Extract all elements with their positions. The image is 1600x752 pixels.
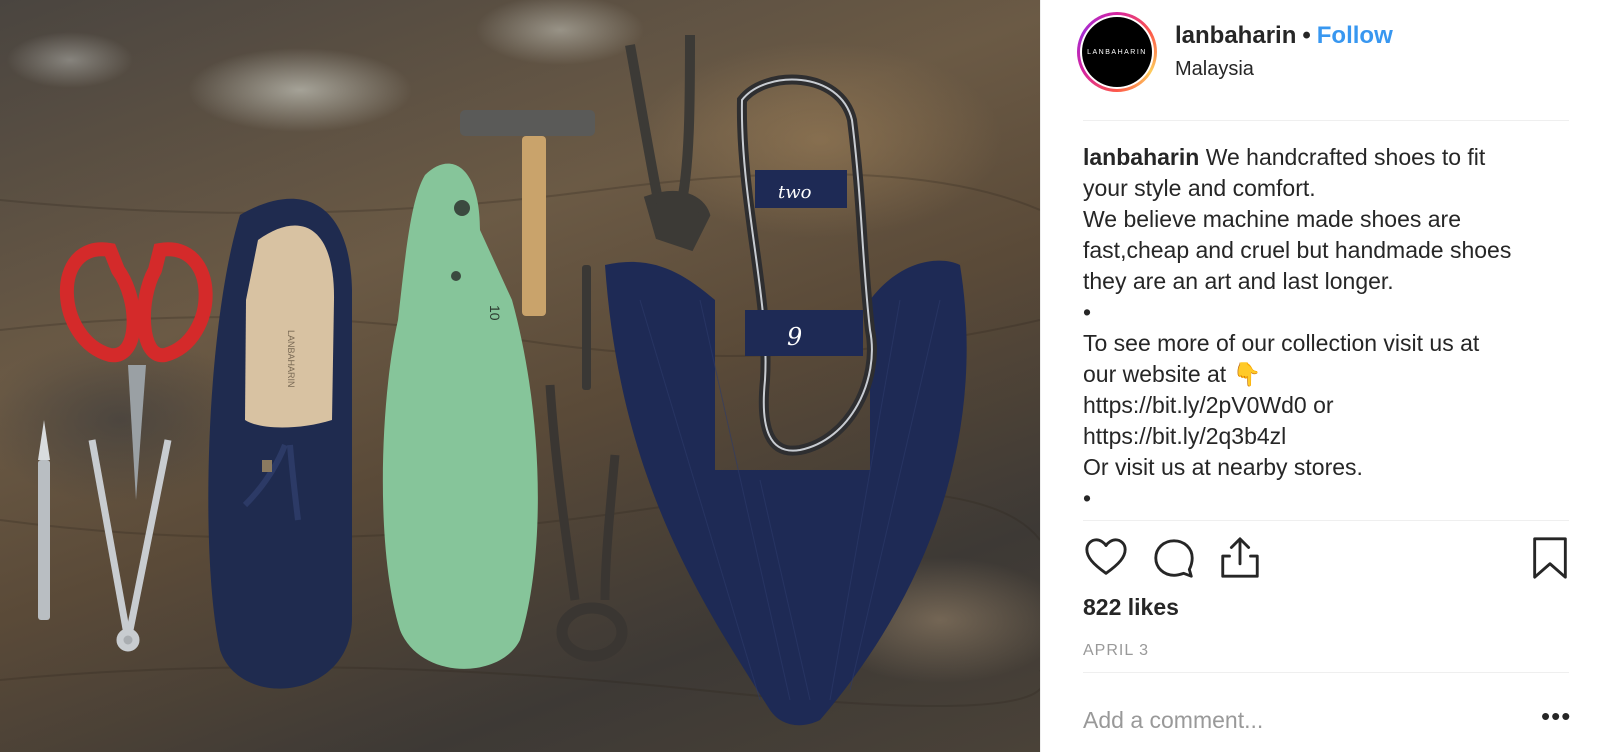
scissors-icon — [59, 242, 213, 500]
caption-line: they are an art and last longer. — [1083, 268, 1394, 294]
caption-line: We believe machine made shoes are — [1083, 206, 1462, 232]
bookmark-icon[interactable] — [1527, 535, 1573, 581]
more-options-icon[interactable]: ••• — [1541, 703, 1571, 729]
header-divider — [1083, 120, 1569, 121]
caption-bullet: • — [1083, 485, 1092, 511]
caption-line: our website at 👇 — [1083, 361, 1262, 387]
username-row: lanbaharin • Follow — [1175, 22, 1393, 50]
heart-icon[interactable] — [1083, 535, 1129, 581]
caption-line: your style and comfort. — [1083, 175, 1316, 201]
post-caption: lanbaharin We handcrafted shoes to fit y… — [1083, 142, 1573, 514]
svg-text:LANBAHARIN: LANBAHARIN — [286, 330, 296, 388]
pliers-icon — [625, 34, 711, 252]
share-upload-icon[interactable] — [1217, 535, 1263, 581]
svg-text:10: 10 — [487, 305, 503, 321]
compass-icon — [88, 439, 172, 652]
caption-line: To see more of our collection visit us a… — [1083, 330, 1480, 356]
likes-count[interactable]: 822 likes — [1083, 594, 1179, 621]
follow-button[interactable]: Follow — [1317, 22, 1393, 49]
insole-template: two 9 — [736, 74, 877, 456]
avatar[interactable]: LANBAHARIN — [1077, 12, 1157, 92]
post-detail-panel: LANBAHARIN lanbaharin • Follow Malaysia la… — [1040, 0, 1600, 752]
caption-line: Or visit us at nearby stores. — [1083, 454, 1363, 480]
comment-bubble-icon[interactable] — [1151, 535, 1197, 581]
caption-line: We handcrafted shoes to fit — [1205, 144, 1486, 170]
craft-knife-icon — [38, 420, 50, 620]
navy-loafer: LANBAHARIN — [208, 198, 352, 689]
post-date: APRIL 3 — [1083, 642, 1149, 659]
comment-input[interactable] — [1083, 702, 1503, 738]
caption-link[interactable]: https://bit.ly/2q3b4zl — [1083, 421, 1573, 452]
pincers-icon — [545, 384, 628, 662]
caption-line: fast,cheap and cruel but handmade shoes — [1083, 237, 1512, 263]
nail-icon — [582, 265, 591, 390]
svg-text:two: two — [778, 182, 812, 203]
shoemaking-tools-illustration: LANBAHARIN 10 two 9 — [0, 34, 1040, 726]
shoe-last: 10 — [382, 163, 538, 669]
caption-link[interactable]: https://bit.ly/2pV0Wd0 or — [1083, 390, 1573, 421]
location-link[interactable]: Malaysia — [1175, 58, 1254, 81]
comment-divider — [1083, 672, 1569, 673]
post-header: LANBAHARIN lanbaharin • Follow Malaysia — [1041, 0, 1600, 120]
post-photo[interactable]: LANBAHARIN 10 two 9 — [0, 0, 1040, 752]
caption-username[interactable]: lanbaharin — [1083, 144, 1199, 170]
actions-divider — [1083, 520, 1569, 521]
caption-bullet: • — [1083, 299, 1092, 325]
separator-dot: • — [1302, 22, 1311, 49]
username-link[interactable]: lanbaharin — [1175, 22, 1296, 49]
svg-text:9: 9 — [787, 323, 802, 351]
avatar-logo: LANBAHARIN — [1082, 17, 1152, 87]
post-actions — [1083, 535, 1573, 585]
